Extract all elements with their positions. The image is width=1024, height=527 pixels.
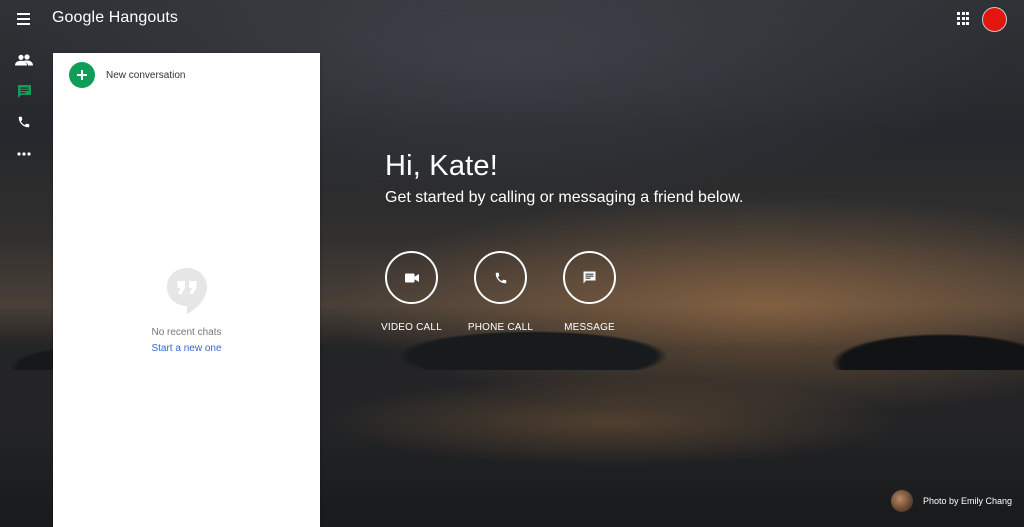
hangouts-quote-icon — [165, 266, 209, 316]
rail-item-contacts[interactable] — [12, 48, 36, 72]
more-horiz-icon — [17, 152, 31, 156]
photo-credit-text: Photo by Emily Chang — [923, 496, 1013, 506]
welcome-subtitle: Get started by calling or messaging a fr… — [385, 189, 744, 206]
people-icon — [15, 54, 33, 66]
phone-call-label: PHONE CALL — [467, 322, 534, 333]
message-label: MESSAGE — [564, 322, 615, 333]
new-conversation-button[interactable]: New conversation — [69, 62, 185, 88]
new-conversation-label: New conversation — [106, 69, 186, 81]
hamburger-menu-icon[interactable] — [13, 10, 35, 28]
video-call-label: VIDEO CALL — [381, 322, 442, 333]
rail-item-more[interactable] — [12, 142, 36, 166]
video-call-circle[interactable] — [385, 251, 438, 304]
chat-icon — [17, 84, 31, 98]
quick-actions: VIDEO CALL PHONE CALL MESSAGE — [381, 251, 652, 333]
photographer-avatar[interactable] — [891, 490, 913, 512]
phone-call-circle[interactable] — [474, 251, 527, 304]
rail-item-phone-calls[interactable] — [12, 110, 36, 134]
start-new-link[interactable]: Start a new one — [151, 343, 221, 354]
add-icon — [69, 62, 95, 88]
message-button[interactable]: MESSAGE — [563, 251, 616, 333]
apps-grid-icon[interactable] — [957, 12, 971, 26]
photo-credit: Photo by Emily Chang — [891, 490, 1012, 512]
no-recent-chats-text: No recent chats — [151, 327, 222, 338]
welcome-section: Hi, Kate! Get started by calling or mess… — [385, 150, 743, 207]
videocam-icon — [404, 273, 419, 282]
avatar[interactable] — [982, 7, 1007, 32]
message-icon — [583, 271, 596, 284]
message-circle[interactable] — [563, 251, 616, 304]
phone-icon — [18, 116, 30, 128]
rail-item-conversations[interactable] — [12, 79, 36, 103]
greeting-heading: Hi, Kate! — [385, 150, 499, 182]
video-call-button[interactable]: VIDEO CALL — [381, 251, 442, 333]
empty-state: No recent chats Start a new one — [53, 266, 320, 356]
app-title: Google Hangouts — [52, 9, 179, 26]
conversations-panel: New conversation No recent chats Start a… — [53, 53, 320, 527]
phone-icon — [495, 272, 506, 283]
phone-call-button[interactable]: PHONE CALL — [468, 251, 533, 333]
top-bar: Google Hangouts — [0, 0, 1024, 40]
